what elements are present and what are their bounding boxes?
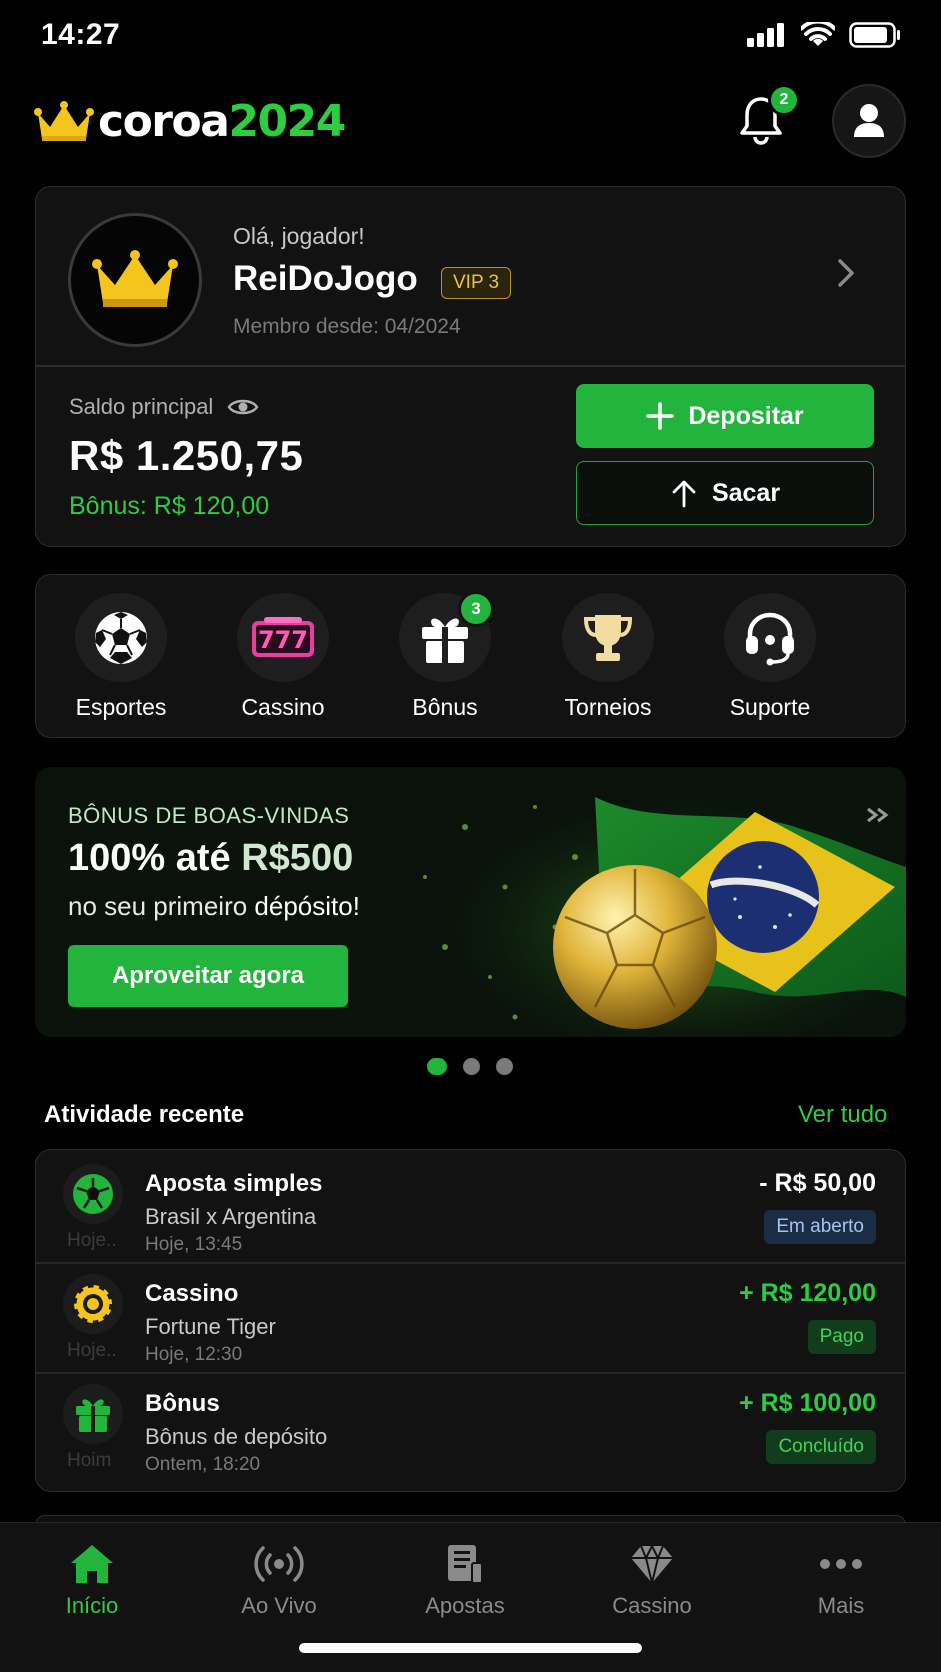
status-time: 14:27 [41,18,121,51]
svg-text:777: 777 [258,626,308,654]
activity-ghost-text: Hoje.. [67,1340,117,1361]
app-header: coroa2024 2 [0,78,941,158]
activity-row[interactable]: Hoje.. Cassino Fortune Tiger Hoje, 12:30… [36,1260,905,1370]
see-all-link[interactable]: Ver tudo [798,1101,887,1129]
quick-nav-esportes[interactable]: Esportes [46,593,196,721]
main-balance: R$ 1.250,75 [69,432,304,479]
promo-banner[interactable]: BÔNUS DE BOAS-VINDAS 100% até R$500 no s… [35,767,906,1037]
bonus-count-badge: 3 [458,591,494,627]
gift-icon [76,1399,110,1432]
notifications-badge: 2 [768,84,800,116]
status-bar: 14:27 [0,0,941,70]
activity-amount: + R$ 120,00 [739,1279,876,1307]
withdraw-button[interactable]: Sacar [576,461,874,525]
status-badge: Pago [807,1320,876,1354]
casino-chip-icon [71,1282,115,1326]
eye-icon[interactable] [227,397,259,417]
bonus-balance: Bônus: R$ 120,00 [69,492,270,520]
activity-amount: + R$ 100,00 [739,1389,876,1417]
profile-avatar[interactable] [68,213,202,347]
cellular-signal-icon [747,23,784,47]
headset-icon [746,612,794,665]
profile-details-button[interactable] [826,253,866,293]
wifi-icon [801,22,835,46]
user-icon [854,104,884,137]
trophy-icon [583,614,633,661]
member-since: Membro desde: 04/2024 [233,315,461,338]
activity-row[interactable]: Hoim Bônus Bônus de depósito Ontem, 18:2… [36,1370,905,1480]
activity-title: Bônus [145,1390,220,1417]
quick-nav: Esportes 777 Cassino Bônus 3 Torneios Su… [35,574,906,738]
home-indicator [299,1643,642,1653]
quick-nav-torneios[interactable]: Torneios [533,593,683,721]
activity-ghost-text: Hoje.. [67,1230,117,1251]
crown-icon [34,100,94,141]
profile-card: Olá, jogador! ReiDoJogo VIP 3 Membro des… [35,186,906,547]
activity-row[interactable]: Hoje.. Aposta simples Brasil x Argentina… [36,1150,905,1260]
brand-logo[interactable]: coroa2024 [34,96,346,147]
quick-nav-cassino[interactable]: 777 Cassino [208,593,358,721]
account-button[interactable] [832,84,906,158]
activity-subtitle: Bônus de depósito [145,1424,328,1449]
diamond-icon [631,1543,673,1584]
username: ReiDoJogo [233,259,418,298]
soccer-ball-icon [95,611,147,664]
activity-subtitle: Brasil x Argentina [145,1204,317,1229]
soccer-ball-icon [73,1174,113,1214]
activity-title: Aposta simples [145,1170,323,1197]
crown-icon [92,250,178,307]
divider [36,365,905,367]
activity-subtitle: Fortune Tiger [145,1314,276,1339]
nav-apostas[interactable]: Apostas [390,1543,540,1619]
carousel-dot-2[interactable] [463,1058,480,1075]
activity-amount: - R$ 50,00 [759,1169,876,1197]
nav-cassino[interactable]: Cassino [577,1543,727,1619]
quick-nav-bonus[interactable]: Bônus 3 [370,591,520,721]
more-dots-icon [820,1559,862,1569]
status-badge: Em aberto [764,1210,876,1244]
quick-nav-suporte[interactable]: Suporte [695,593,845,721]
plus-icon [646,402,675,430]
slot-777-icon: 777 [252,616,314,657]
nav-inicio[interactable]: Início [17,1543,167,1619]
activity-ghost-text: Hoim [67,1450,112,1471]
carousel-pagination [427,1058,513,1075]
battery-icon [849,22,900,48]
balance-label: Saldo principal [69,394,259,420]
deposit-button[interactable]: Depositar [576,384,874,448]
claim-bonus-button[interactable]: Aproveitar agora [68,945,348,1007]
activity-time: Hoje, 12:30 [145,1344,243,1365]
activity-time: Ontem, 18:20 [145,1454,261,1475]
vip-badge: VIP 3 [441,267,512,299]
status-icons [747,22,901,48]
home-icon [71,1545,113,1583]
carousel-dot-1[interactable] [427,1058,447,1075]
status-badge: Concluído [766,1430,876,1464]
nav-ao-vivo[interactable]: Ao Vivo [204,1543,354,1619]
live-broadcast-icon [254,1546,304,1582]
recent-activity-list: Hoje.. Aposta simples Brasil x Argentina… [35,1149,906,1492]
banner-eyebrow: BÔNUS DE BOAS-VINDAS [68,803,350,828]
recent-activity-title: Atividade recente [44,1101,245,1128]
brand-wordmark: coroa2024 [98,96,346,147]
banner-title: 100% até R$500 [68,837,354,879]
banner-subtitle: no seu primeiro dépósito! [68,891,360,921]
greeting-text: Olá, jogador! [233,223,365,249]
chevron-right-icon [838,259,854,287]
arrow-up-icon [672,480,696,508]
activity-title: Cassino [145,1280,239,1307]
nav-mais[interactable]: Mais [766,1543,916,1619]
carousel-dot-3[interactable] [496,1058,513,1075]
activity-time: Hoje, 13:45 [145,1234,243,1255]
bet-slip-icon [448,1545,483,1584]
